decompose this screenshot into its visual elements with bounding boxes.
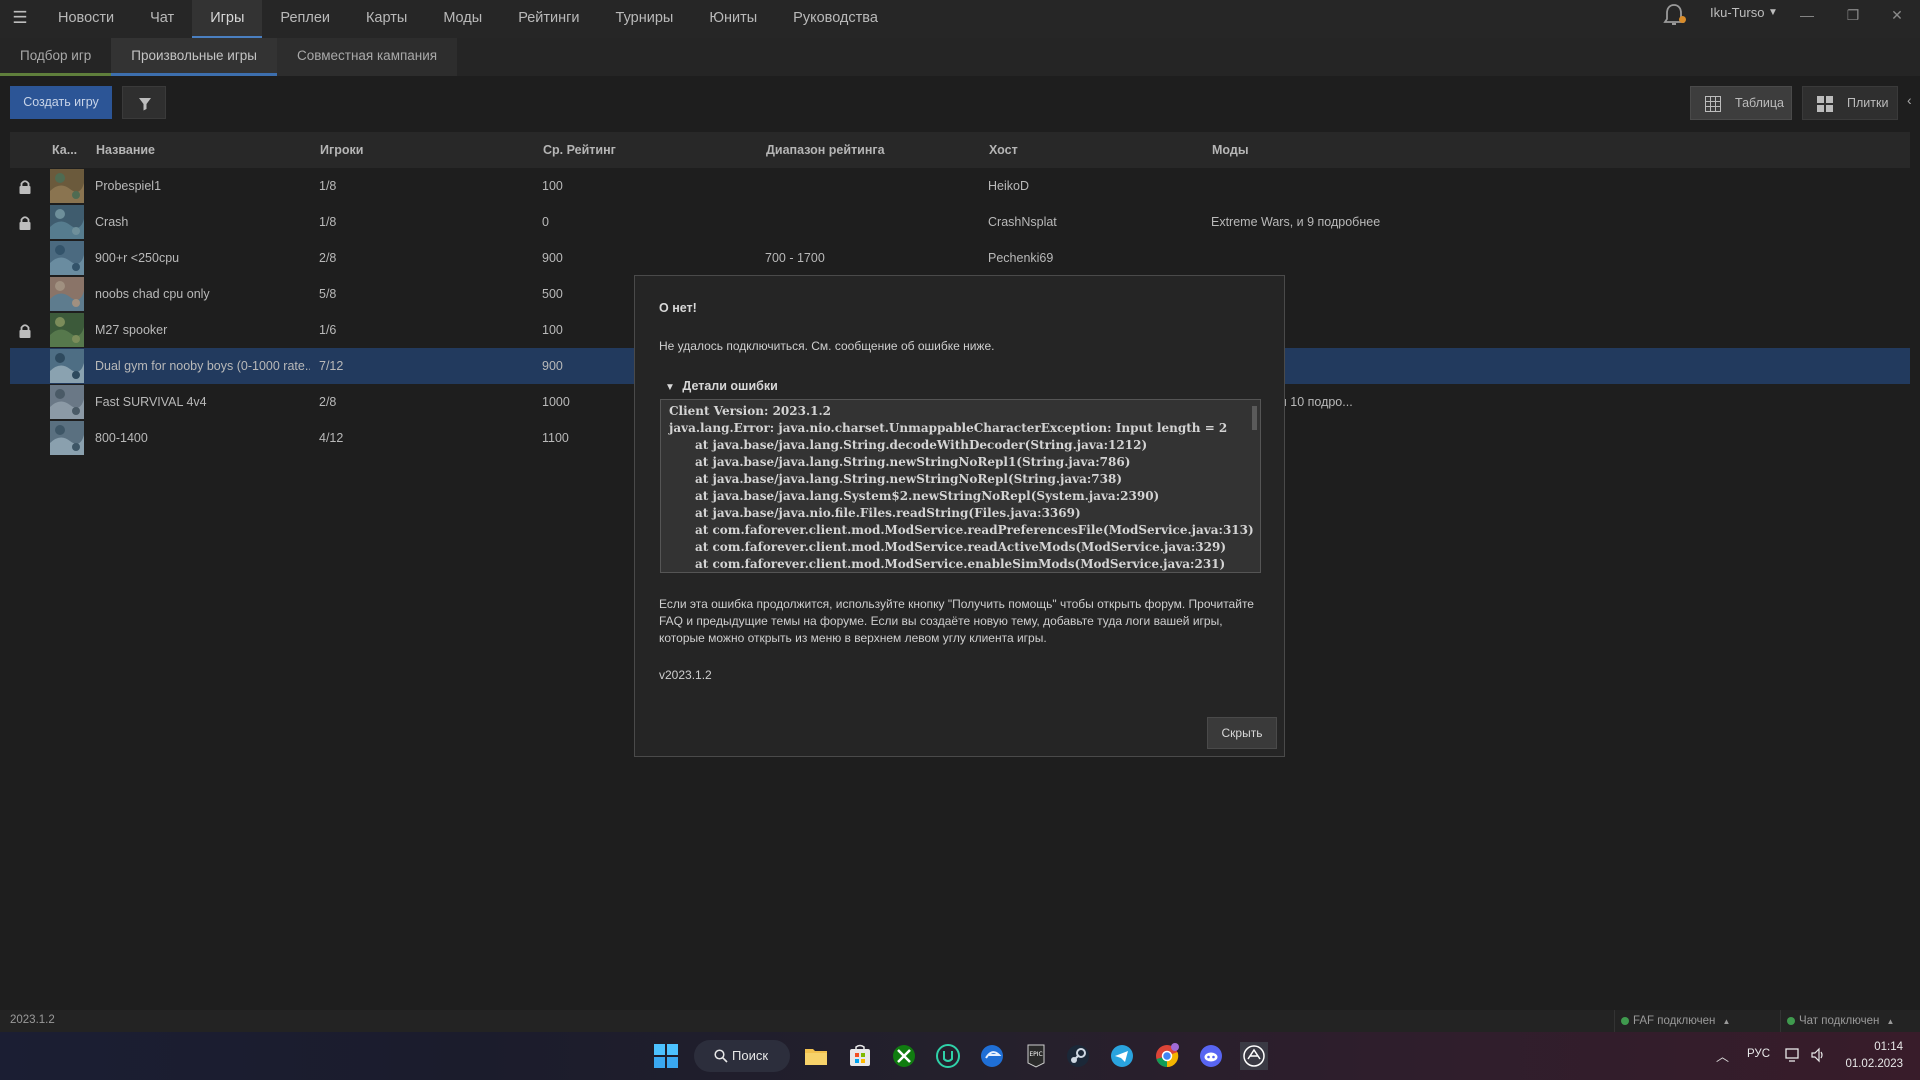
error-details-textarea[interactable]: Client Version: 2023.1.2 java.lang.Error:… <box>660 399 1261 573</box>
taskbar-search[interactable]: Поиск <box>694 1040 790 1072</box>
language-indicator[interactable]: РУС <box>1747 1048 1770 1060</box>
unreal-icon[interactable] <box>934 1042 962 1070</box>
help-text: Если эта ошибка продолжится, используйте… <box>659 597 1254 645</box>
search-icon <box>714 1049 728 1063</box>
client-version: 2023.1.2 <box>10 1014 55 1026</box>
chat-status-label: Чат подключен <box>1799 1015 1880 1027</box>
windows-start-icon[interactable] <box>652 1042 680 1070</box>
edge-dev-icon[interactable] <box>978 1042 1006 1070</box>
hide-button[interactable]: Скрыть <box>1207 717 1277 749</box>
trace-frame: at java.base/java.lang.String.decodeWith… <box>695 438 1148 452</box>
search-label: Поиск <box>732 1048 769 1063</box>
telegram-icon[interactable] <box>1108 1042 1136 1070</box>
chat-connection-status[interactable]: Чат подключен ▲ <box>1780 1010 1894 1032</box>
faf-client-icon[interactable] <box>1240 1042 1268 1070</box>
caret-up-icon: ▲ <box>1886 1017 1895 1026</box>
status-bar: 2023.1.2 FAF подключен ▲ Чат подключен ▲ <box>0 1010 1920 1032</box>
chrome-icon[interactable] <box>1153 1042 1181 1070</box>
trace-exception: java.lang.Error: java.nio.charset.Unmapp… <box>669 421 1228 435</box>
epic-games-icon[interactable]: EPIC <box>1022 1042 1050 1070</box>
faf-status-label: FAF подключен <box>1633 1015 1716 1027</box>
scrollbar-thumb[interactable] <box>1252 406 1257 430</box>
trace-frame: at java.base/java.nio.file.Files.readStr… <box>695 506 1081 520</box>
dialog-overlay: О нет! Не удалось подключиться. См. сооб… <box>0 0 1920 1080</box>
dialog-version: v2023.1.2 <box>659 668 712 682</box>
error-details-label: Детали ошибки <box>682 379 778 393</box>
caret-up-icon: ▲ <box>1722 1017 1731 1026</box>
trace-frame: at com.faforever.client.mod.ModService.e… <box>695 557 1226 571</box>
trace-frame: at java.base/java.lang.System$2.newStrin… <box>695 489 1160 503</box>
error-details-toggle[interactable]: ▼ Детали ошибки <box>665 379 778 393</box>
status-dot-icon <box>1787 1017 1795 1025</box>
volume-icon[interactable] <box>1810 1047 1826 1063</box>
trace-frame: at java.base/java.lang.String.newStringN… <box>695 472 1123 486</box>
windows-taskbar: Поиск EPIC ︿ РУС 01:14 01.02.2023 <box>0 1032 1920 1080</box>
trace-client-version: Client Version: 2023.1.2 <box>669 404 832 418</box>
dialog-message: Не удалось подключиться. См. сообщение о… <box>659 339 995 353</box>
microsoft-store-icon[interactable] <box>846 1042 874 1070</box>
xbox-icon[interactable] <box>890 1042 918 1070</box>
dialog-title: О нет! <box>659 301 697 315</box>
discord-icon[interactable] <box>1197 1042 1225 1070</box>
faf-connection-status[interactable]: FAF подключен ▲ <box>1614 1010 1730 1032</box>
triangle-down-icon: ▼ <box>665 382 675 393</box>
steam-icon[interactable] <box>1064 1042 1092 1070</box>
clock-time[interactable]: 01:14 <box>1843 1041 1903 1053</box>
tray-overflow-icon[interactable]: ︿ <box>1716 1046 1729 1065</box>
status-dot-icon <box>1621 1017 1629 1025</box>
error-dialog: О нет! Не удалось подключиться. См. сооб… <box>634 275 1285 757</box>
svg-text:EPIC: EPIC <box>1029 1051 1042 1058</box>
trace-frame: at java.base/java.lang.String.newStringN… <box>695 455 1131 469</box>
file-explorer-icon[interactable] <box>802 1042 830 1070</box>
clock-date[interactable]: 01.02.2023 <box>1836 1058 1903 1070</box>
network-icon[interactable] <box>1785 1047 1801 1063</box>
trace-frame: at com.faforever.client.mod.ModService.r… <box>695 523 1254 537</box>
trace-frame: at com.faforever.client.mod.ModService.r… <box>695 540 1227 554</box>
